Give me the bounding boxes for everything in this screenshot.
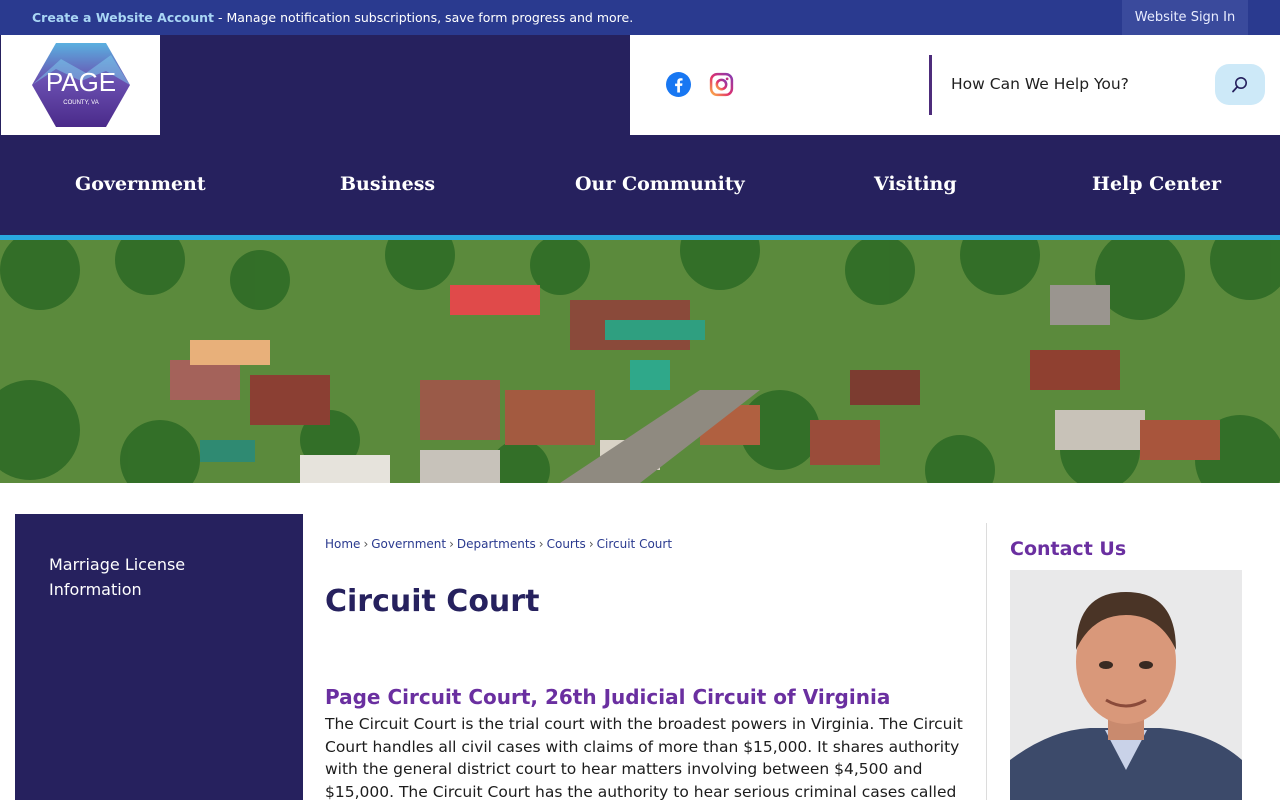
breadcrumb-courts[interactable]: Courts (547, 537, 586, 551)
section-body-text: The Circuit Court is the trial court wit… (325, 715, 963, 801)
account-message: Create a Website Account - Manage notifi… (32, 10, 633, 25)
breadcrumb: Home › Government › Departments › Courts › Circu… (325, 537, 672, 551)
website-sign-in-button[interactable]: Website Sign In (1122, 0, 1248, 35)
page-county-logo-icon: PAGE COUNTY, VA (32, 43, 130, 127)
breadcrumb-circuit-court[interactable]: Circuit Court (597, 537, 672, 551)
logo-sub: COUNTY, VA (63, 100, 98, 106)
hero-banner-image (0, 240, 1280, 483)
person-portrait-icon (1010, 570, 1242, 800)
header-utilities: How Can We Help You? (630, 35, 1280, 135)
breadcrumb-government[interactable]: Government (371, 537, 446, 551)
search-button[interactable] (1215, 64, 1265, 105)
contact-us-heading: Contact Us (1010, 538, 1127, 560)
page-title: Circuit Court (325, 584, 540, 619)
breadcrumb-separator: › (588, 537, 594, 551)
column-divider (986, 523, 987, 800)
sidebar-item-marriage-license[interactable]: Marriage License Information (49, 552, 249, 602)
nav-item-visiting[interactable]: Visiting (874, 173, 957, 195)
nav-item-help-center[interactable]: Help Center (1092, 173, 1221, 195)
top-notification-bar: Create a Website Account - Manage notifi… (0, 0, 1280, 35)
left-sidebar-menu: Marriage License Information (15, 514, 303, 800)
header-divider (929, 55, 932, 115)
contact-photo (1010, 570, 1242, 800)
breadcrumb-separator: › (538, 537, 544, 551)
facebook-icon[interactable] (666, 72, 691, 97)
breadcrumb-separator: › (363, 537, 369, 551)
section-heading: Page Circuit Court, 26th Judicial Circui… (325, 685, 891, 709)
search-input[interactable]: How Can We Help You? (951, 75, 1129, 93)
search-icon (1232, 77, 1247, 93)
logo-name: PAGE (46, 67, 116, 97)
nav-item-government[interactable]: Government (75, 173, 206, 195)
site-logo[interactable]: PAGE COUNTY, VA (1, 35, 160, 135)
create-account-link[interactable]: Create a Website Account (32, 10, 214, 25)
nav-item-business[interactable]: Business (340, 173, 435, 195)
site-header: PAGE COUNTY, VA How Can We Help You? (0, 35, 1280, 135)
nav-item-our-community[interactable]: Our Community (575, 173, 745, 195)
instagram-icon[interactable] (709, 72, 734, 97)
main-navigation: Government Business Our Community Visiti… (0, 135, 1280, 235)
breadcrumb-home[interactable]: Home (325, 537, 360, 551)
breadcrumb-departments[interactable]: Departments (457, 537, 536, 551)
breadcrumb-separator: › (449, 537, 454, 551)
account-message-text: - Manage notification subscriptions, sav… (214, 10, 634, 25)
